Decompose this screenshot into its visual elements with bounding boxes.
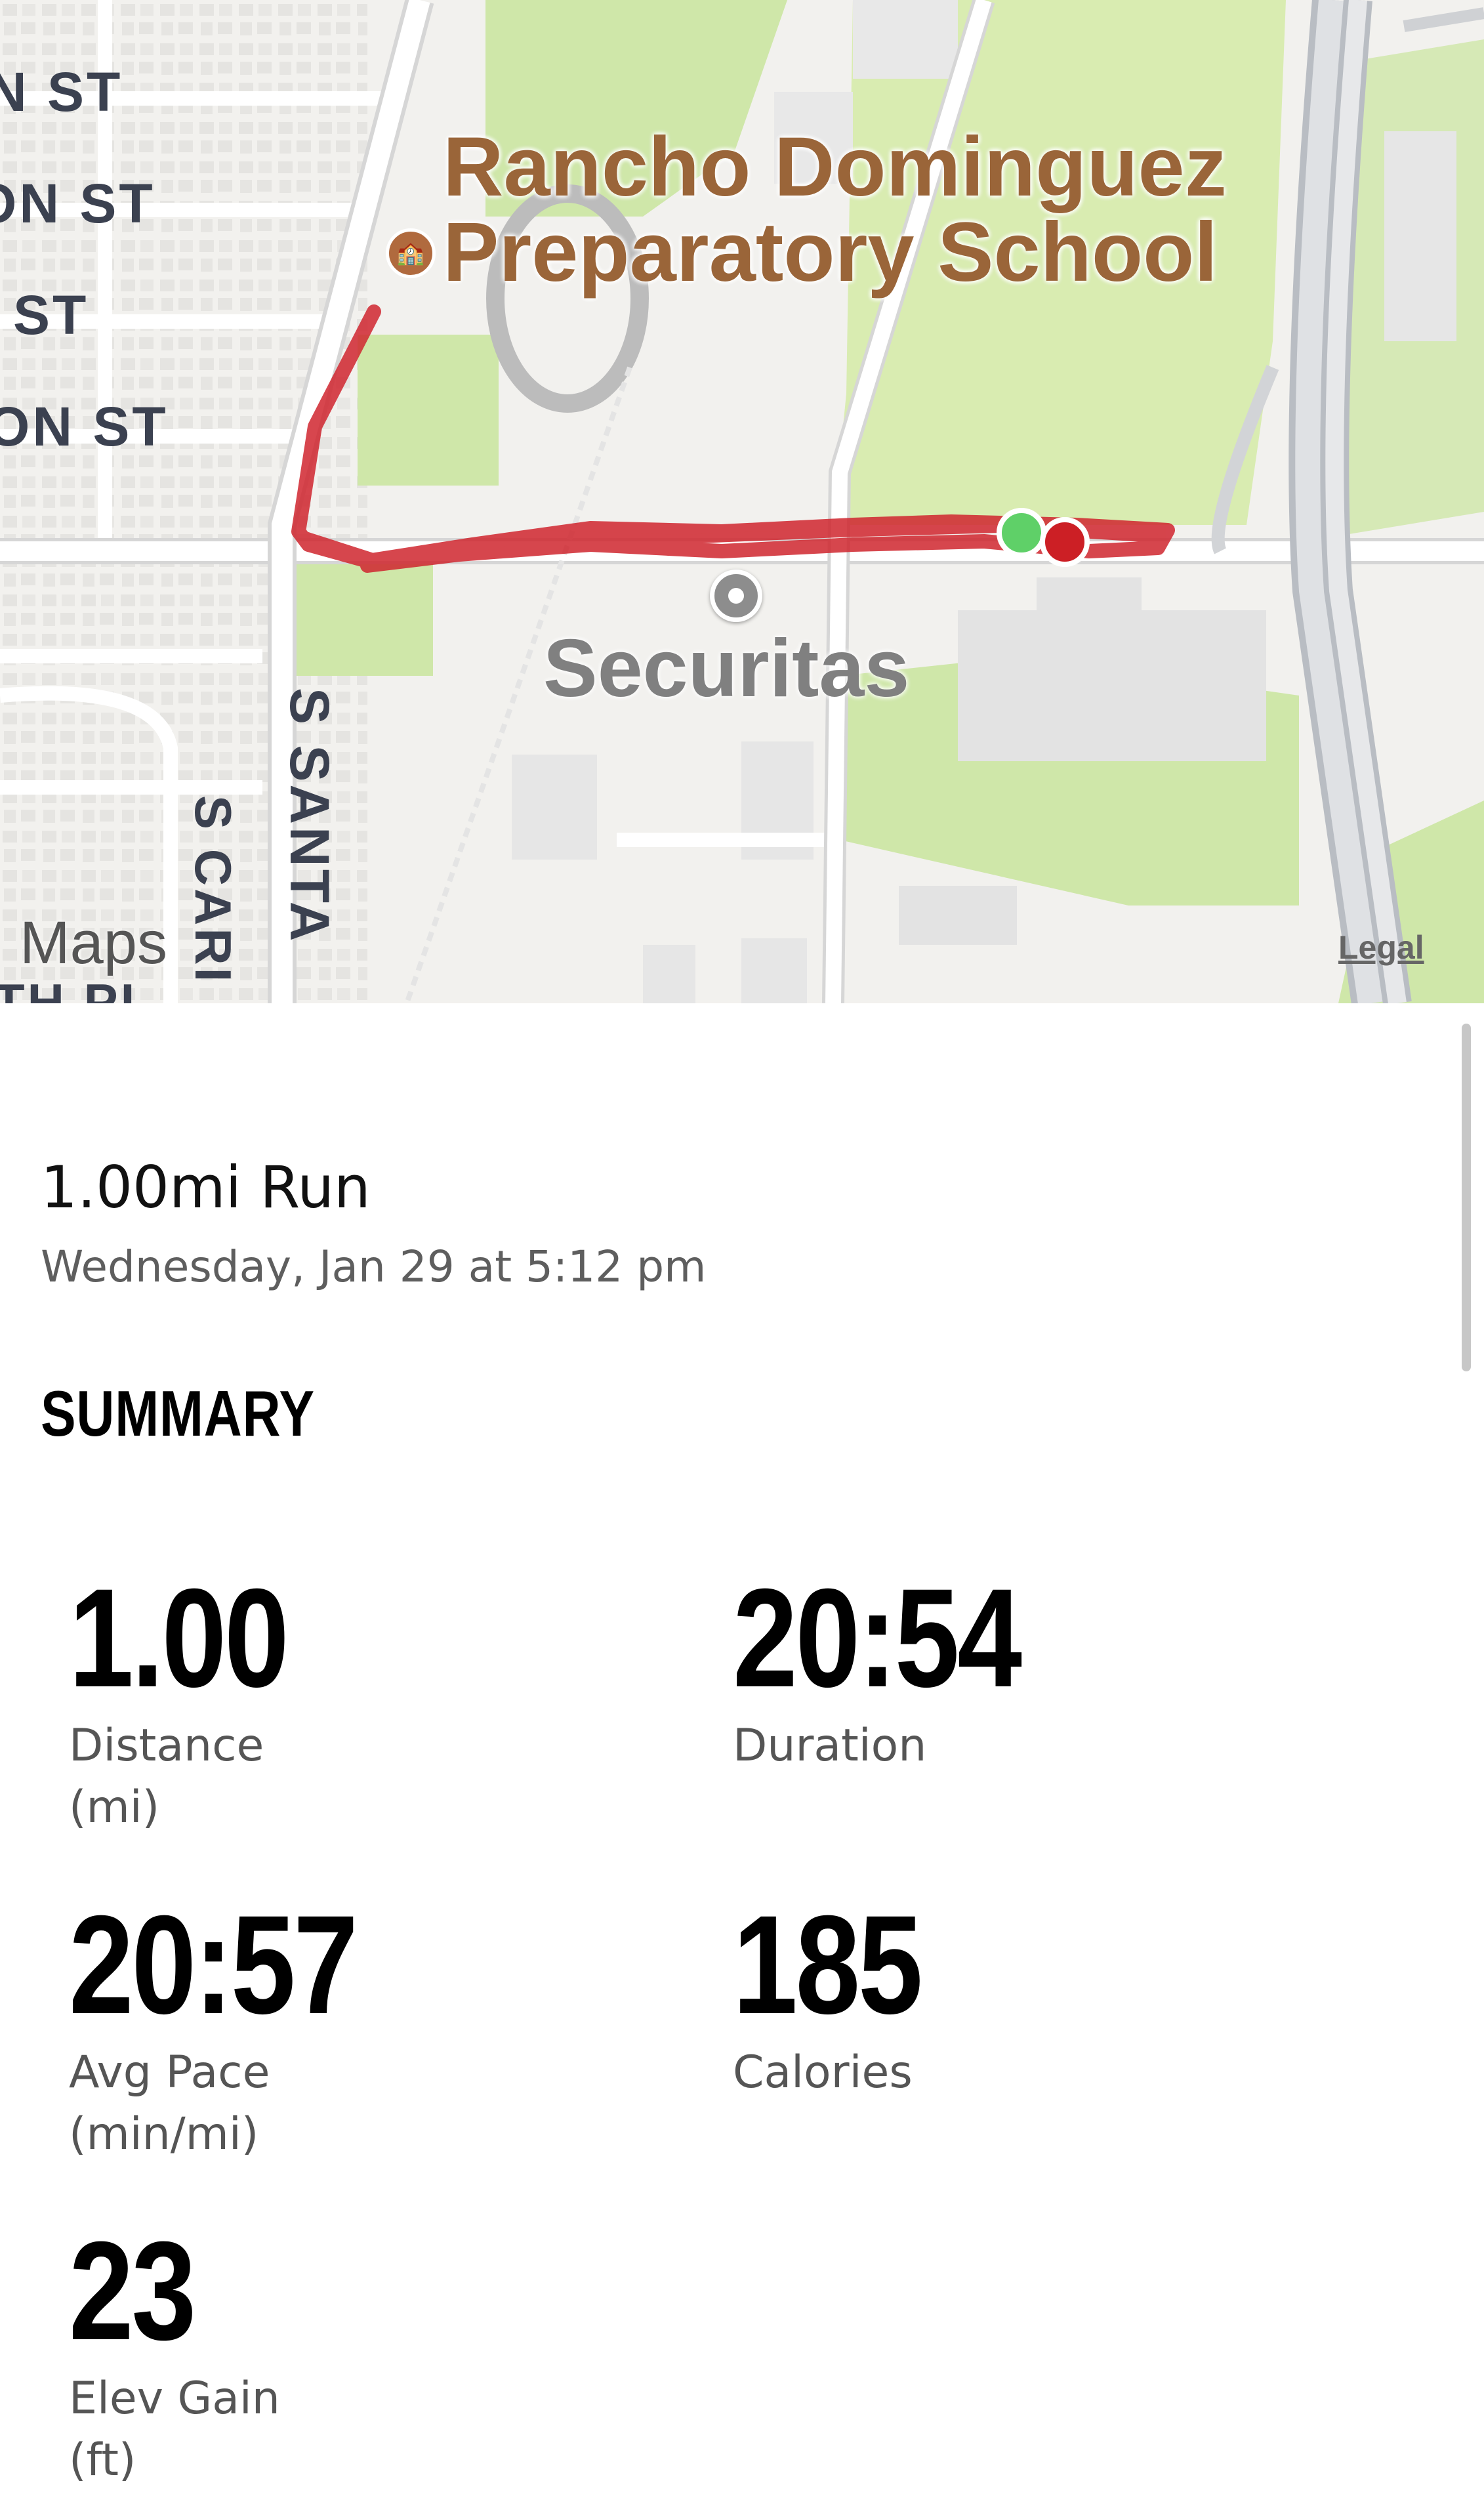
- stat-value: 23: [69, 2213, 196, 2369]
- poi-security-label[interactable]: Securitas: [543, 622, 909, 715]
- legal-link[interactable]: Legal: [1338, 928, 1424, 967]
- street-label: ST: [13, 284, 89, 346]
- stat-calories: 185 Calories: [733, 1895, 959, 2104]
- street-label: ON ST: [0, 173, 155, 234]
- school-icon[interactable]: 🏫: [386, 228, 436, 278]
- poi-school-label[interactable]: Rancho Dominguez Preparatory School: [443, 125, 1263, 295]
- street-label: ON ST: [0, 396, 169, 457]
- maps-brand: Maps: [20, 909, 167, 978]
- scrollbar[interactable]: [1462, 1024, 1471, 1371]
- street-label: N ST: [0, 61, 123, 123]
- stat-elev-gain: 23 Elev Gain (ft): [69, 2221, 280, 2491]
- route-map[interactable]: N ST ON ST ST ON ST S SANTA S CARI TH PL…: [0, 0, 1484, 1003]
- stat-label: Duration: [733, 1720, 927, 1772]
- stat-label: Elev Gain (ft): [69, 2373, 280, 2486]
- street-label-santa: S SANTA: [279, 688, 340, 944]
- stat-label: Distance (mi): [69, 1720, 264, 1833]
- stat-value: 1.00: [69, 1560, 289, 1717]
- activity-title: 1.00mi Run: [41, 1154, 371, 1221]
- maps-brand-text: Maps: [20, 909, 167, 976]
- street-label-cari: S CARI: [184, 795, 242, 985]
- stat-value: 185: [733, 1886, 923, 2043]
- activity-datetime: Wednesday, Jan 29 at 5:12 pm: [41, 1241, 707, 1292]
- stat-duration: 20:54 Duration: [733, 1568, 1079, 1777]
- stat-value: 20:54: [733, 1560, 1022, 1717]
- stat-distance: 1.00 Distance (mi): [69, 1568, 332, 1839]
- stat-label: Avg Pace (min/mi): [69, 2047, 270, 2160]
- stat-label: Calories: [733, 2047, 913, 2098]
- stat-avg-pace: 20:57 Avg Pace (min/mi): [69, 1895, 415, 2165]
- stat-value: 20:57: [69, 1886, 358, 2043]
- summary-heading: SUMMARY: [41, 1377, 315, 1449]
- start-marker: [997, 508, 1046, 558]
- end-marker: [1040, 517, 1090, 567]
- location-pin-icon[interactable]: [710, 570, 762, 622]
